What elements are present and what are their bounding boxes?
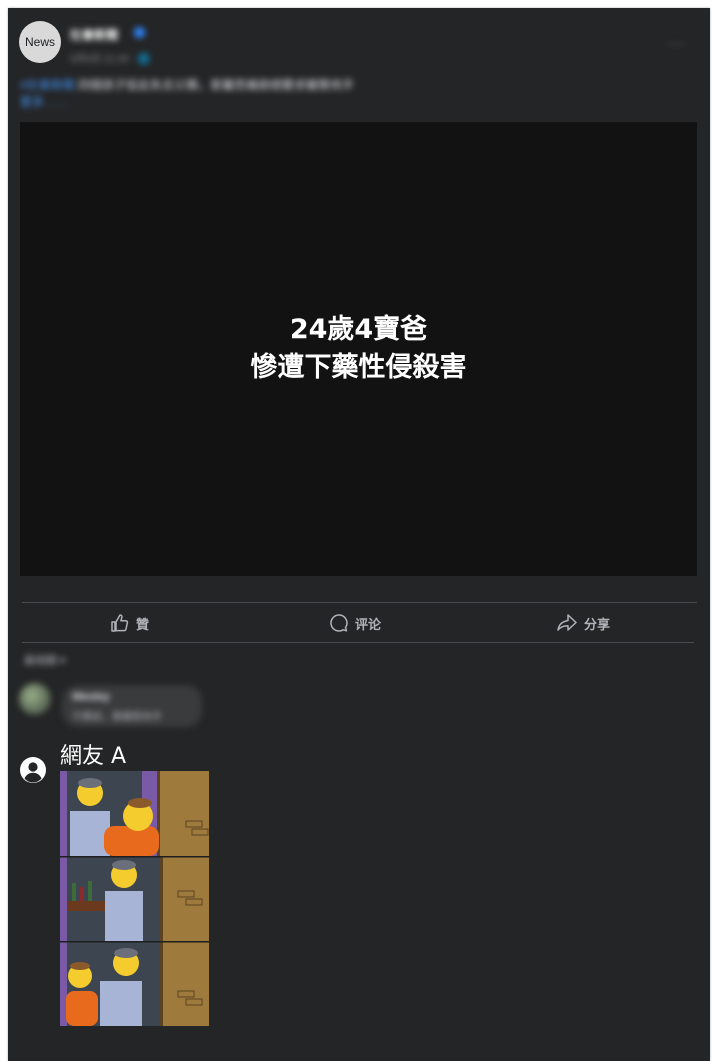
verified-badge-icon [134, 27, 145, 38]
more-options-icon[interactable]: ··· [668, 35, 685, 51]
video-title-line1: 24歲4寶爸 [289, 314, 428, 345]
share-arrow-icon [557, 614, 577, 631]
commenter-name[interactable]: Wesley [72, 691, 110, 703]
post-caption: #社會新聞 四個孩子從此失去父親，家屬悲痛欲絕要求嚴懲兇手 更多…… [20, 77, 540, 111]
comment-button[interactable]: 评论 [329, 612, 381, 634]
user-icon[interactable] [20, 757, 46, 783]
post-timestamp[interactable]: 5月6日 21:40 · 🌐 [70, 50, 150, 65]
video-player[interactable]: 24歲4寶爸 慘遭下藥性侵殺害 [20, 122, 697, 576]
share-label: 分享 [584, 616, 611, 632]
post-card: News 社會新聞 5月6日 21:40 · 🌐 ··· #社會新聞 四個孩子從… [8, 8, 710, 1061]
caption-text: 四個孩子從此失去父親，家屬悲痛欲絕要求嚴懲兇手 [74, 78, 355, 92]
page-name[interactable]: 社會新聞 [70, 26, 118, 43]
divider [22, 602, 697, 603]
video-title-line2: 慘遭下藥性侵殺害 [250, 352, 467, 383]
comment-bubble-icon [330, 614, 348, 632]
comment-text: 不應該，要嚴懲兇手 [72, 712, 162, 723]
like-label: 贊 [136, 616, 150, 632]
page-avatar[interactable]: News [19, 21, 61, 63]
netizen-name[interactable]: 網友 A [60, 738, 126, 770]
share-button[interactable]: 分享 [556, 612, 610, 634]
commenter-avatar[interactable] [19, 683, 51, 715]
like-button[interactable]: 贊 [110, 612, 149, 634]
comment-sort-dropdown[interactable]: 最相關 ▾ [24, 652, 66, 668]
caption-hashtag[interactable]: #社會新聞 [20, 78, 75, 92]
see-more-link[interactable]: 更多…… [20, 95, 68, 109]
thumbs-up-icon [111, 614, 129, 632]
meme-image[interactable] [60, 771, 209, 1026]
comment-label: 评论 [355, 616, 382, 632]
divider [22, 642, 694, 643]
